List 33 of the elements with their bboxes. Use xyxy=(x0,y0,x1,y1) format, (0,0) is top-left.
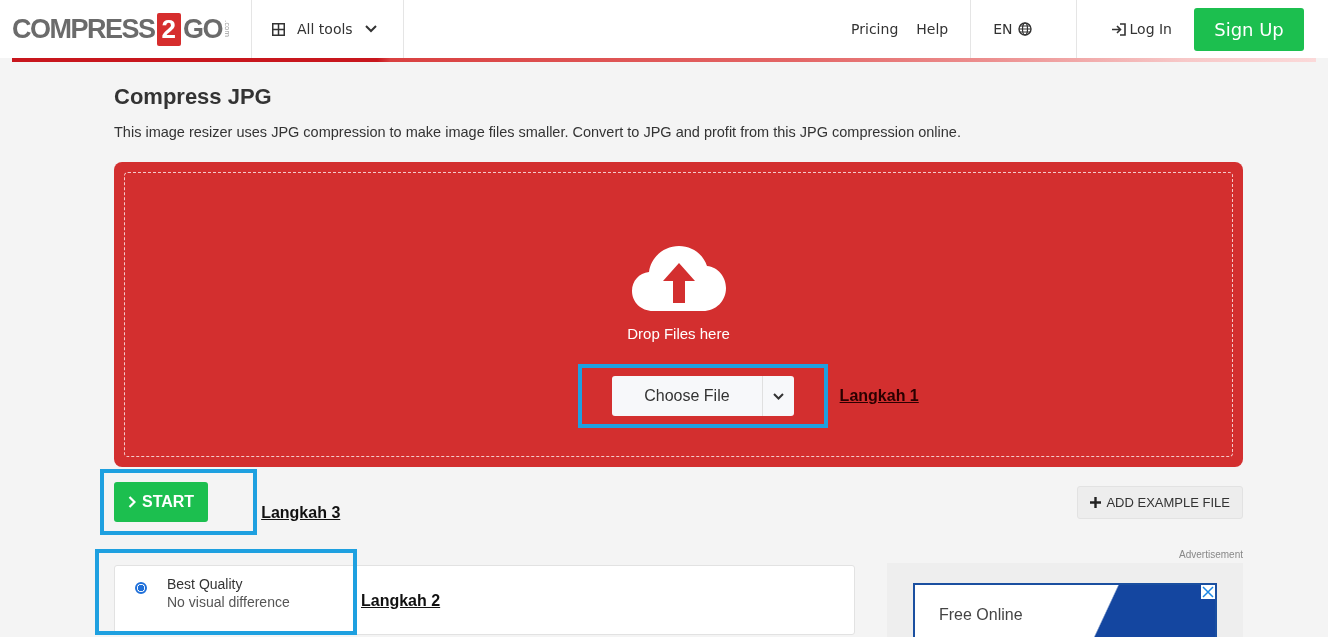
logo-badge: 2 xyxy=(156,12,181,46)
grid-icon xyxy=(272,22,285,36)
language-selector[interactable]: EN xyxy=(971,21,1054,37)
chevron-down-icon xyxy=(772,392,784,400)
all-tools-menu[interactable]: All tools xyxy=(272,21,377,37)
page-description: This image resizer uses JPG compression to make image files smaller. Convert to JPG and profit from this JPG compression online. xyxy=(114,124,962,140)
nav-link[interactable]: Help xyxy=(916,21,949,37)
close-icon[interactable] xyxy=(1201,585,1215,599)
choose-file-button[interactable]: Choose File xyxy=(612,376,794,416)
ad-headline: Free Online xyxy=(939,606,1023,623)
login-icon xyxy=(1110,22,1126,36)
drop-text: Drop Files here xyxy=(627,325,730,342)
cloud-upload-icon xyxy=(630,245,727,311)
logo-text: GO xyxy=(183,13,222,45)
option-subtitle: No visual difference xyxy=(167,594,290,610)
option-title: Best Quality xyxy=(167,576,244,592)
advertisement-label: Advertisement xyxy=(1178,549,1243,560)
plus-icon xyxy=(1090,496,1102,508)
radio-button[interactable] xyxy=(135,582,147,594)
page-title: Compress JPG xyxy=(114,84,273,110)
step-annotation: Langkah 1 xyxy=(839,387,919,405)
chevron-down-icon xyxy=(364,25,377,33)
nav-link[interactable]: Pricing xyxy=(851,21,899,37)
chevron-right-icon xyxy=(128,496,136,508)
login-link[interactable]: Log In xyxy=(1110,21,1172,37)
step-annotation: Langkah 2 xyxy=(361,592,441,610)
quality-option[interactable]: Best Quality No visual difference xyxy=(135,576,355,610)
ad-banner[interactable]: Free Online xyxy=(913,583,1217,637)
drop-zone[interactable]: Drop Files here Choose File Langkah 1 xyxy=(114,162,1243,467)
add-example-file-button[interactable]: ADD EXAMPLE FILE xyxy=(1077,485,1243,519)
logo-text: COMPRESS xyxy=(12,13,155,45)
globe-icon xyxy=(1017,22,1032,36)
step-annotation: Langkah 3 xyxy=(261,504,341,522)
